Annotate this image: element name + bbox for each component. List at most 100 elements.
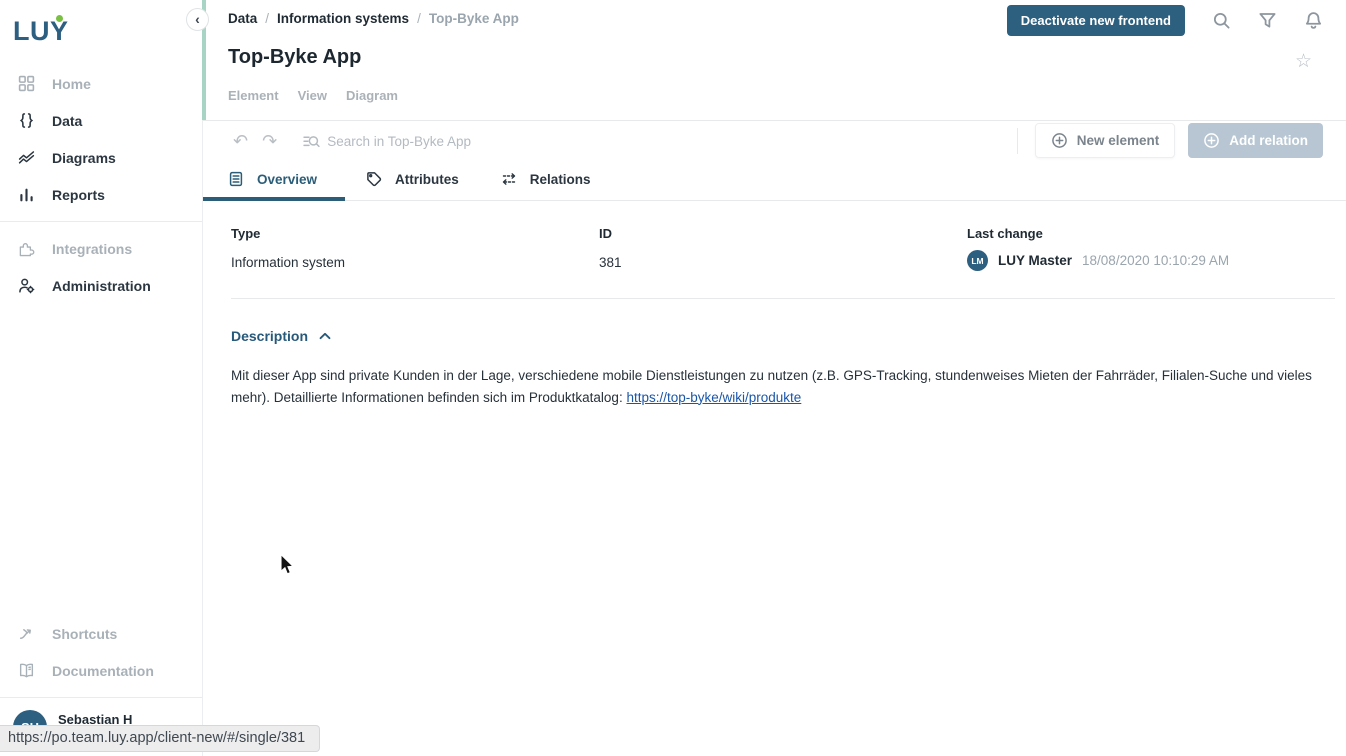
luy-logo: LUY [0, 0, 202, 61]
split-arrow-icon [17, 625, 35, 642]
add-relation-button[interactable]: Add relation [1188, 123, 1323, 158]
field-label: Type [231, 226, 599, 241]
global-search-button[interactable] [1212, 11, 1231, 30]
puzzle-icon [17, 240, 35, 257]
plus-circle-icon [1203, 132, 1220, 149]
redo-button[interactable]: ↷ [262, 131, 277, 152]
favorite-button[interactable]: ☆ [1295, 50, 1312, 73]
sidebar-divider [0, 221, 202, 222]
breadcrumb-separator: / [417, 11, 421, 26]
description-link[interactable]: https://top-byke/wiki/produkte [626, 390, 801, 405]
sidebar-item-label: Documentation [52, 663, 154, 679]
breadcrumb: Data / Information systems / Top-Byke Ap… [228, 11, 519, 26]
last-change-user: LUY Master [998, 253, 1072, 268]
star-icon: ☆ [1295, 51, 1312, 72]
document-icon [228, 171, 244, 187]
add-relation-label: Add relation [1229, 133, 1308, 148]
status-url-bar: https://po.team.luy.app/client-new/#/sin… [0, 725, 320, 752]
tab-overview[interactable]: Overview [203, 161, 345, 201]
book-icon [17, 662, 35, 679]
sidebar-item-label: Diagrams [52, 150, 116, 166]
sidebar-collapse-button[interactable]: ‹ [186, 8, 209, 31]
sidebar-nav: Home Data Diagrams [0, 61, 202, 304]
chevron-left-icon: ‹ [195, 11, 200, 27]
field-label: Last change [967, 226, 1229, 241]
sidebar-item-label: Integrations [52, 241, 132, 257]
breadcrumb-item-data[interactable]: Data [228, 11, 257, 26]
filter-button[interactable] [1258, 11, 1277, 30]
toolbar-divider [1017, 128, 1018, 154]
field-label: ID [599, 226, 967, 241]
sidebar-item-label: Reports [52, 187, 105, 203]
redo-icon: ↷ [262, 131, 277, 151]
sidebar-item-integrations[interactable]: Integrations [0, 230, 202, 267]
last-change-avatar: LM [967, 250, 988, 271]
field-value: Information system [231, 255, 599, 270]
deactivate-new-frontend-button[interactable]: Deactivate new frontend [1007, 5, 1185, 36]
element-search [303, 133, 647, 150]
field-last-change: Last change LM LUY Master 18/08/2020 10:… [967, 226, 1229, 271]
element-fields: Type Information system ID 381 Last chan… [203, 201, 1346, 271]
undo-icon: ↶ [233, 131, 248, 151]
sidebar-item-home[interactable]: Home [0, 65, 202, 102]
description-toggle[interactable]: Description [231, 328, 331, 344]
sidebar: LUY Home Data [0, 0, 203, 756]
tab-element[interactable]: Element [228, 88, 279, 103]
tab-attributes[interactable]: Attributes [345, 161, 480, 201]
last-change-value: LM LUY Master 18/08/2020 10:10:29 AM [967, 250, 1229, 271]
sidebar-item-diagrams[interactable]: Diagrams [0, 139, 202, 176]
field-id: ID 381 [599, 226, 967, 271]
braces-icon [17, 112, 35, 129]
undo-button[interactable]: ↶ [233, 131, 248, 152]
grid-icon [17, 75, 35, 92]
tab-diagram[interactable]: Diagram [346, 88, 398, 103]
search-list-icon [303, 133, 320, 150]
notifications-button[interactable] [1304, 11, 1323, 30]
content-tabs: Overview Attributes [203, 161, 1346, 201]
search-icon [1212, 11, 1231, 30]
breadcrumb-item-current: Top-Byke App [429, 11, 519, 26]
tab-view[interactable]: View [298, 88, 327, 103]
sidebar-item-shortcuts[interactable]: Shortcuts [0, 615, 202, 652]
filter-icon [1258, 11, 1277, 30]
page-title: Top-Byke App [228, 46, 361, 69]
bar-chart-icon [17, 186, 35, 203]
top-controls: Deactivate new frontend [1007, 5, 1323, 36]
line-chart-icon [17, 149, 35, 166]
tab-label: Relations [530, 172, 591, 187]
caret-up-icon [319, 332, 331, 340]
new-element-label: New element [1077, 133, 1160, 148]
relations-arrows-icon [501, 171, 517, 187]
user-gear-icon [17, 277, 35, 294]
status-url: https://po.team.luy.app/client-new/#/sin… [8, 730, 305, 746]
tab-label: Attributes [395, 172, 459, 187]
breadcrumb-item-information-systems[interactable]: Information systems [277, 11, 409, 26]
search-input[interactable] [327, 134, 647, 149]
plus-circle-icon [1051, 132, 1068, 149]
luy-app-window: LUY Home Data [0, 0, 1346, 756]
element-panel: ↶ ↷ [203, 120, 1346, 756]
description-label: Description [231, 328, 308, 344]
sidebar-item-administration[interactable]: Administration [0, 267, 202, 304]
description-section: Description Mit dieser App sind private … [203, 299, 1346, 408]
main-area: Data / Information systems / Top-Byke Ap… [203, 0, 1346, 756]
luy-logo-dot [56, 15, 63, 22]
new-element-button[interactable]: New element [1035, 123, 1176, 158]
last-change-date: 18/08/2020 10:10:29 AM [1082, 253, 1229, 268]
sidebar-item-label: Shortcuts [52, 626, 117, 642]
bell-icon [1304, 11, 1323, 30]
sidebar-item-reports[interactable]: Reports [0, 176, 202, 213]
tab-relations[interactable]: Relations [480, 161, 612, 201]
sidebar-item-label: Home [52, 76, 91, 92]
breadcrumb-separator: / [265, 11, 269, 26]
tag-icon [366, 171, 382, 187]
sidebar-item-label: Administration [52, 278, 151, 294]
sidebar-item-documentation[interactable]: Documentation [0, 652, 202, 689]
sidebar-item-data[interactable]: Data [0, 102, 202, 139]
panel-toolbar: ↶ ↷ [203, 121, 1346, 161]
sidebar-item-label: Data [52, 113, 82, 129]
field-value: 381 [599, 255, 967, 270]
tab-label: Overview [257, 172, 317, 187]
view-mode-tabs: Element View Diagram [228, 88, 398, 103]
description-text: Mit dieser App sind private Kunden in de… [231, 365, 1318, 408]
